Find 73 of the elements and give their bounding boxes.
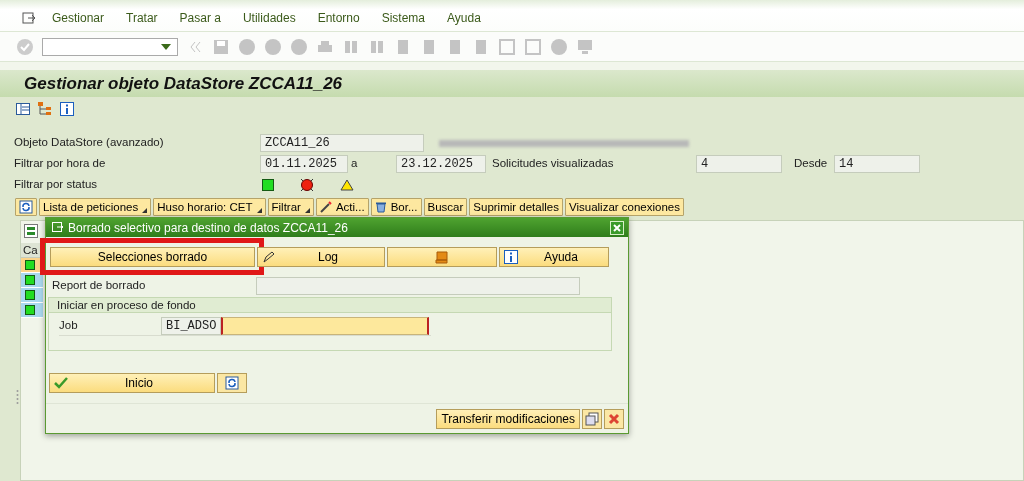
dialog-button[interactable]: Ayuda — [499, 247, 609, 267]
table-row[interactable] — [21, 303, 43, 318]
field-label: Desde — [793, 156, 829, 172]
menu-item[interactable]: Tratar — [126, 8, 158, 27]
command-field[interactable] — [42, 37, 178, 56]
trash-icon — [374, 201, 387, 213]
layout-icon[interactable] — [24, 224, 38, 238]
confirm-icon[interactable] — [16, 37, 34, 56]
wand-icon — [319, 201, 332, 213]
scroll-button[interactable] — [387, 247, 497, 267]
toolbar-button[interactable]: Acti... — [315, 198, 369, 216]
pencil-icon — [262, 250, 276, 264]
menu-item[interactable]: Utilidades — [242, 8, 296, 27]
monitor-icon[interactable] — [576, 37, 594, 56]
hierarchy-icon[interactable] — [38, 102, 52, 116]
field-label: Report de borrado — [51, 278, 147, 294]
input-field[interactable]: 23.12.2025 — [396, 155, 486, 173]
info-icon — [504, 250, 518, 264]
menu-item[interactable]: Pasar a — [179, 8, 221, 27]
toolbar-button[interactable]: Lista de peticiones — [39, 198, 152, 216]
input-field[interactable]: 01.11.2025 — [260, 155, 348, 173]
field-label: Job — [59, 318, 79, 334]
job-name-field[interactable] — [221, 317, 429, 335]
dialog-icon — [52, 222, 64, 233]
group-title: Iniciar en proceso de fondo — [49, 298, 611, 313]
job-prefix-field[interactable]: BI_ADSO — [161, 317, 221, 335]
refresh-icon — [19, 200, 33, 214]
copy-icon — [585, 412, 599, 426]
save-icon[interactable] — [212, 37, 230, 56]
menu-item[interactable]: Entorno — [317, 8, 360, 27]
dialog-button[interactable]: Selecciones borrado — [50, 247, 255, 267]
toolbar-button[interactable]: Suprimir detalles — [469, 198, 563, 216]
refresh-icon — [225, 376, 239, 390]
table-row[interactable] — [21, 258, 43, 273]
field-label: Filtrar por hora de — [14, 156, 107, 172]
exit-icon — [22, 11, 36, 24]
field-label: Filtrar por status — [14, 177, 99, 193]
refresh-button[interactable] — [15, 198, 37, 216]
cancel-button[interactable] — [604, 409, 624, 429]
field-label: Solicitudes visualizadas — [491, 156, 615, 172]
menu-item[interactable]: Gestionar — [52, 8, 105, 27]
toolbar-button[interactable]: Huso horario: CET — [153, 198, 266, 216]
info-icon[interactable] — [60, 102, 74, 116]
dialog-title: Borrado selectivo para destino de datos ZCCA11_26 — [68, 219, 349, 237]
input-field[interactable] — [256, 277, 580, 295]
layout-icon[interactable] — [16, 103, 30, 115]
resize-grip-icon[interactable] — [16, 389, 19, 407]
success-status-icon[interactable] — [262, 179, 274, 191]
checkmark-icon — [54, 377, 68, 389]
toolbar-button[interactable]: Filtrar — [267, 198, 314, 216]
error-status-icon[interactable] — [300, 178, 314, 192]
input-field[interactable]: 4 — [696, 155, 782, 173]
toolbar-button[interactable]: Buscar — [423, 198, 468, 216]
input-field[interactable]: 14 — [834, 155, 920, 173]
start-button[interactable]: Inicio — [49, 373, 215, 393]
dialog-button[interactable]: Log — [257, 247, 385, 267]
refresh-button[interactable] — [217, 373, 247, 393]
toolbar-button[interactable]: Bor... — [370, 198, 422, 216]
field-label: Objeto DataStore (avanzado) — [14, 135, 165, 151]
menu-item[interactable]: Sistema — [381, 8, 426, 27]
screen-title: Gestionar objeto DataStore ZCCA11_26 — [0, 70, 1024, 97]
table-row[interactable] — [21, 288, 43, 303]
menu-item[interactable]: Ayuda — [447, 8, 481, 27]
transfer-button[interactable]: Transferir modificaciones — [436, 409, 580, 429]
field-label: a — [350, 156, 359, 172]
warning-status-icon[interactable] — [340, 179, 354, 191]
scroll-icon — [434, 250, 450, 264]
dropdown-caret-icon — [161, 43, 171, 50]
copy-button[interactable] — [582, 409, 602, 429]
table-row[interactable] — [21, 273, 43, 288]
input-field[interactable]: ZCCA11_26 — [260, 134, 424, 152]
close-icon[interactable] — [610, 220, 624, 235]
toolbar-button[interactable]: Visualizar conexiones — [564, 198, 684, 216]
